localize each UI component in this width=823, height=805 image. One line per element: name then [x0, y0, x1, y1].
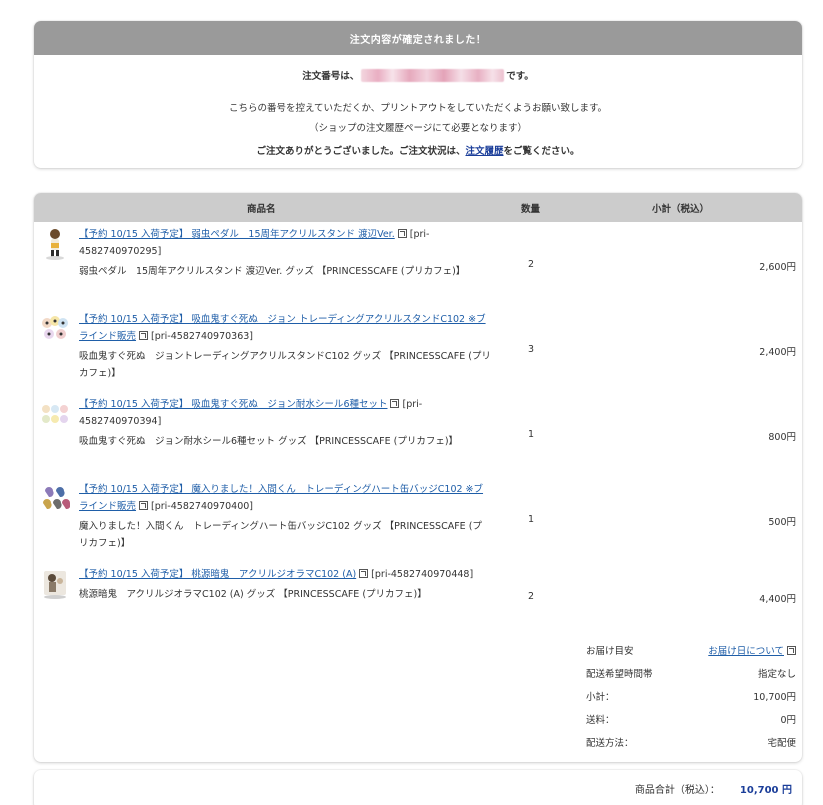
shipping-label: 送料：: [586, 715, 615, 726]
product-thumbnail[interactable]: [40, 483, 71, 517]
product-thumbnail[interactable]: [40, 397, 70, 431]
order-total-label: 商品合計（税込）：: [634, 785, 720, 796]
product-info: 【予約 10/15 入荷予定】 桃源暗鬼 アクリルジオラマC102 (A) [pr…: [79, 566, 491, 603]
product-link[interactable]: 【予約 10/15 入荷予定】 弱虫ペダル 15周年アクリルスタンド 渡辺Ver…: [79, 229, 395, 240]
product-description: 桃源暗鬼 アクリルジオラマC102 (A) グッズ 【PRINCESSCAFE …: [79, 589, 427, 600]
product-info: 【予約 10/15 入荷予定】 吸血鬼すぐ死ぬ ジョン耐水シール6種セット [pr…: [79, 396, 491, 450]
product-description: 魔入りました！入間くん トレーディングハート缶バッジC102 グッズ 【PRIN…: [79, 521, 482, 549]
delivery-time-label: 配送希望時間帯: [586, 669, 653, 680]
confirmation-header: 注文内容が確定されました！: [34, 21, 802, 55]
order-history-link[interactable]: 注文履歴: [465, 146, 503, 157]
product-thumbnail[interactable]: [40, 567, 70, 601]
item-subtotal: 800円: [768, 432, 796, 443]
product-code: [pri-4582740970448]: [371, 569, 474, 580]
delivery-time-value: 指定なし: [757, 669, 796, 680]
item-subtotal: 2,400円: [759, 347, 796, 358]
product-thumbnail[interactable]: [40, 313, 70, 347]
item-subtotal: 2,600円: [759, 262, 796, 273]
product-info: 【予約 10/15 入荷予定】 魔入りました！入間くん トレーディングハート缶バ…: [79, 481, 491, 552]
column-header-quantity: 数量: [521, 204, 541, 215]
product-description: 吸血鬼すぐ死ぬ ジョントレーディングアクリルスタンドC102 グッズ 【PRIN…: [79, 351, 491, 379]
history-required-note: （ショップの注文履歴ページにて必要となります）: [308, 123, 528, 134]
item-quantity: 1: [528, 429, 535, 440]
delivery-date-link[interactable]: お届け日について: [708, 646, 784, 657]
keep-number-note: こちらの番号を控えていただくか、プリントアウトをしていただくようお願い致します。: [228, 103, 608, 114]
external-link-icon[interactable]: [139, 331, 149, 340]
product-link[interactable]: 【予約 10/15 入荷予定】 吸血鬼すぐ死ぬ ジョン耐水シール6種セット: [79, 399, 387, 410]
external-link-icon[interactable]: [139, 501, 149, 510]
shipping-row: 送料： 0円: [586, 712, 796, 728]
product-description: 弱虫ペダル 15周年アクリルスタンド 渡辺Ver. グッズ 【PRINCESSC…: [79, 266, 466, 277]
order-confirmation-card: 注文内容が確定されました！ 注文番号は、 です。 こちらの番号を控えていただくか…: [34, 21, 802, 168]
product-thumbnail[interactable]: [40, 227, 70, 261]
order-number-line: 注文番号は、 です。: [34, 68, 802, 82]
product-description: 吸血鬼すぐ死ぬ ジョン耐水シール6種セット グッズ 【PRINCESSCAFE …: [79, 436, 459, 447]
thanks-suffix: をご覧ください。: [503, 146, 580, 157]
order-number-prefix: 注文番号は、: [302, 71, 360, 82]
delivery-estimate-label: お届け目安: [586, 646, 634, 657]
order-total: 商品合計（税込）： 10,700 円: [635, 781, 792, 796]
external-link-icon[interactable]: [390, 399, 400, 408]
item-quantity: 2: [528, 259, 535, 270]
item-quantity: 1: [528, 514, 535, 525]
order-number-redacted: [361, 68, 505, 82]
delivery-method-value: 宅配便: [767, 738, 796, 749]
subtotal-value: 10,700円: [753, 692, 796, 703]
external-link-icon[interactable]: [787, 646, 796, 655]
order-number-suffix: です。: [506, 71, 534, 82]
product-link[interactable]: 【予約 10/15 入荷予定】 桃源暗鬼 アクリルジオラマC102 (A): [79, 569, 356, 580]
product-info: 【予約 10/15 入荷予定】 弱虫ペダル 15周年アクリルスタンド 渡辺Ver…: [79, 226, 491, 280]
shipping-value: 0円: [780, 715, 796, 726]
delivery-method-row: 配送方法： 宅配便: [586, 735, 796, 751]
order-items-card: 商品名 数量 小計（税込） 【予約 10/15 入荷予定】 弱虫ペダル 15周年…: [34, 193, 802, 762]
item-quantity: 2: [528, 591, 535, 602]
product-code: [pri-4582740970400]: [151, 501, 254, 512]
external-link-icon[interactable]: [397, 229, 407, 238]
delivery-estimate-row: お届け目安 お届け日について: [586, 643, 796, 659]
product-code: [pri-4582740970363]: [151, 331, 254, 342]
subtotal-row: 小計： 10,700円: [586, 689, 796, 705]
item-quantity: 3: [528, 344, 535, 355]
delivery-time-row: 配送希望時間帯 指定なし: [586, 666, 796, 682]
table-header: 商品名 数量 小計（税込）: [34, 193, 802, 222]
delivery-method-label: 配送方法：: [586, 738, 634, 749]
product-info: 【予約 10/15 入荷予定】 吸血鬼すぐ死ぬ ジョン トレーディングアクリルス…: [79, 311, 491, 382]
thanks-line: ご注文ありがとうございました。ご注文状況は、注文履歴をご覧ください。: [34, 143, 802, 157]
column-header-product: 商品名: [247, 204, 276, 215]
item-subtotal: 4,400円: [759, 594, 796, 605]
subtotal-label: 小計：: [586, 692, 615, 703]
order-total-card: 商品合計（税込）： 10,700 円: [34, 770, 802, 805]
item-subtotal: 500円: [768, 517, 796, 528]
column-header-subtotal: 小計（税込）: [652, 204, 710, 215]
order-total-value: 10,700 円: [739, 785, 792, 796]
thanks-prefix: ご注文ありがとうございました。ご注文状況は、: [256, 146, 466, 157]
external-link-icon[interactable]: [359, 569, 369, 578]
